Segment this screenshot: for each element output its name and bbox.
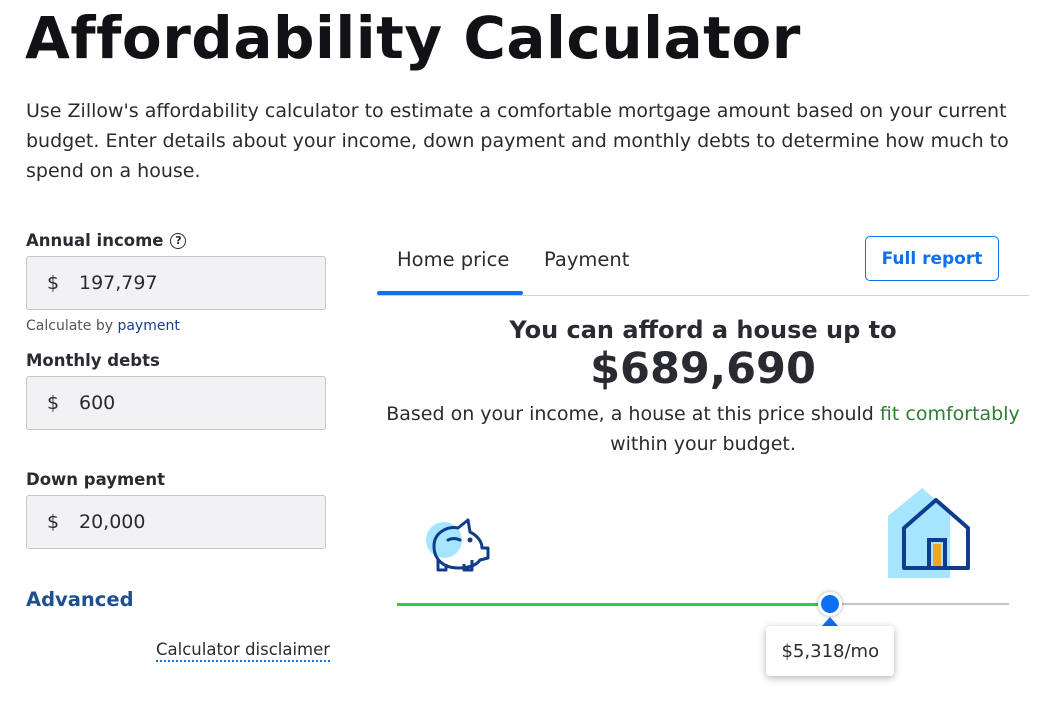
monthly-payment-tooltip: $5,318/mo: [766, 626, 895, 676]
house-icon: [888, 488, 970, 578]
advanced-toggle[interactable]: Advanced: [26, 588, 134, 611]
result-headline: You can afford a house up to: [509, 316, 897, 344]
monthly-debts-label: Monthly debts: [26, 351, 160, 370]
tooltip-arrow: [822, 617, 839, 626]
full-report-button[interactable]: Full report: [865, 236, 999, 281]
monthly-debts-label-row: Monthly debts: [26, 351, 160, 370]
down-payment-value[interactable]: 20,000: [79, 511, 145, 533]
monthly-debts-value[interactable]: 600: [79, 392, 115, 414]
result-description: Based on your income, a house at this pr…: [377, 399, 1029, 459]
affordability-slider-thumb[interactable]: [818, 592, 843, 616]
currency-prefix: $: [47, 392, 60, 414]
piggy-bank-icon: [426, 518, 490, 572]
calculate-by-text: Calculate by: [26, 318, 114, 334]
annual-income-label: Annual income: [26, 231, 164, 250]
tab-payment[interactable]: Payment: [544, 248, 629, 271]
calculate-by-payment-link[interactable]: payment: [117, 318, 179, 334]
annual-income-input[interactable]: $ 197,797: [26, 256, 326, 310]
down-payment-label: Down payment: [26, 470, 165, 489]
currency-prefix: $: [47, 272, 60, 294]
result-amount: $689,690: [590, 344, 816, 394]
page-title: Affordability Calculator: [25, 4, 801, 72]
calculate-by-row: Calculate by payment: [26, 318, 180, 334]
tabs-divider: [377, 295, 1029, 296]
annual-income-label-row: Annual income ?: [26, 231, 187, 250]
currency-prefix: $: [47, 511, 60, 533]
down-payment-label-row: Down payment: [26, 470, 165, 489]
tab-home-price[interactable]: Home price: [397, 248, 509, 271]
calculator-disclaimer-link[interactable]: Calculator disclaimer: [156, 640, 331, 662]
annual-income-value[interactable]: 197,797: [79, 272, 158, 294]
affordability-slider-fill: [397, 603, 831, 606]
result-description-highlight: fit comfortably: [879, 403, 1020, 425]
help-icon[interactable]: ?: [170, 232, 187, 249]
down-payment-input[interactable]: $ 20,000: [26, 495, 326, 549]
result-description-start: Based on your income, a house at this pr…: [386, 403, 880, 425]
result-description-end: within your budget.: [610, 433, 796, 455]
monthly-debts-input[interactable]: $ 600: [26, 376, 326, 430]
page-intro: Use Zillow's affordability calculator to…: [26, 100, 1009, 182]
